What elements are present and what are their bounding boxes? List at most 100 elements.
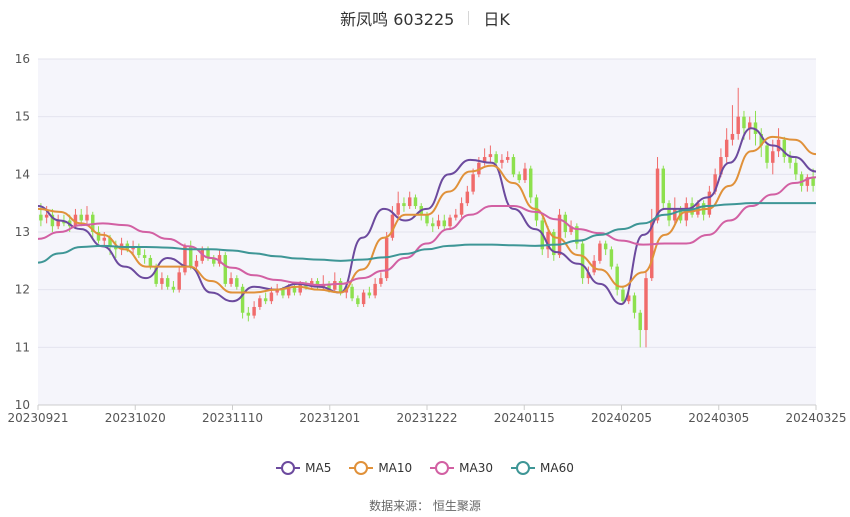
- candle-body: [603, 243, 608, 250]
- candle-body: [246, 312, 251, 316]
- candle-body: [269, 292, 274, 302]
- candle-body: [788, 157, 792, 163]
- legend-item-ma10[interactable]: MA10: [349, 461, 412, 475]
- candle-body: [794, 162, 798, 175]
- candle-body: [673, 208, 677, 221]
- candle-body: [436, 220, 441, 227]
- candle-body: [396, 203, 400, 215]
- candle-body: [298, 283, 302, 293]
- legend-label-ma30: MA30: [459, 461, 494, 475]
- candle-body: [488, 154, 493, 158]
- legend-label-ma10: MA10: [378, 461, 413, 475]
- candle-body: [177, 272, 181, 290]
- candle-body: [621, 289, 625, 302]
- legend-item-ma5[interactable]: MA5: [276, 461, 331, 475]
- y-tick-label: 13: [15, 225, 30, 239]
- candle-body: [356, 298, 360, 305]
- candle-body: [724, 139, 729, 158]
- candle-body: [505, 157, 510, 160]
- candle-body: [471, 174, 475, 192]
- x-tick-label: 20231201: [299, 411, 360, 425]
- data-source: 数据来源： 恒生聚源: [369, 499, 481, 513]
- y-tick-label: 15: [15, 110, 30, 124]
- candle-body: [229, 278, 233, 284]
- candle-body: [338, 281, 343, 293]
- legend-item-ma60[interactable]: MA60: [511, 461, 574, 475]
- legend-swatch-ma5: [276, 461, 301, 475]
- candle-body: [402, 203, 406, 207]
- candle: [580, 240, 585, 284]
- candle: [609, 246, 614, 270]
- candle-body: [517, 174, 521, 181]
- candle-body: [500, 159, 504, 163]
- candle: [557, 208, 562, 258]
- candle-body: [425, 214, 429, 224]
- legend-item-ma30[interactable]: MA30: [430, 461, 493, 475]
- x-tick-label: 20231020: [105, 411, 166, 425]
- candle-body: [281, 289, 285, 296]
- candle-body: [454, 214, 458, 218]
- x-tick-label: 20240305: [688, 411, 749, 425]
- candle-body: [240, 286, 245, 313]
- x-tick-label: 20231222: [396, 411, 457, 425]
- y-tick-label: 14: [15, 167, 30, 181]
- candle-body: [465, 191, 470, 204]
- candle-body: [183, 246, 187, 273]
- candle-body: [361, 292, 366, 305]
- candle-body: [742, 116, 746, 129]
- candle-body: [379, 278, 383, 284]
- candle-body: [350, 286, 354, 299]
- candle-body: [252, 306, 256, 316]
- candle-body: [39, 214, 43, 221]
- candle-body: [160, 278, 164, 284]
- candle-body: [448, 217, 452, 227]
- candle-body: [707, 191, 712, 215]
- candle-body: [632, 295, 637, 313]
- candle-body: [367, 292, 372, 296]
- candle-body: [494, 154, 498, 163]
- candle-body: [523, 168, 527, 181]
- x-tick-label: 20230921: [7, 411, 68, 425]
- candle-body: [459, 203, 464, 215]
- candle-body: [407, 197, 412, 207]
- candle-body: [85, 214, 89, 221]
- candle-body: [529, 168, 533, 198]
- x-tick-label: 20240115: [494, 411, 555, 425]
- candle: [598, 240, 602, 264]
- legend-swatch-ma30: [430, 461, 455, 475]
- legend-swatch-ma60: [511, 461, 536, 475]
- candle-body: [263, 298, 268, 302]
- candle: [223, 252, 228, 287]
- y-tick-label: 16: [15, 52, 30, 66]
- candle-body: [165, 278, 170, 287]
- y-tick-label: 11: [15, 340, 30, 354]
- candle-body: [142, 255, 147, 258]
- y-tick-label: 10: [15, 398, 30, 412]
- legend: MA5 MA10 MA30 MA60: [0, 458, 850, 478]
- x-tick-label: 20231110: [202, 411, 263, 425]
- candle-body: [431, 223, 435, 227]
- candle-body: [333, 281, 337, 290]
- candle-body: [413, 197, 418, 207]
- x-tick-label: 20240205: [591, 411, 652, 425]
- candle-body: [44, 214, 49, 218]
- candle-body: [102, 237, 107, 241]
- candle-body: [765, 145, 769, 163]
- candle-body: [667, 203, 671, 221]
- candle-body: [442, 220, 447, 227]
- candle: [511, 154, 516, 178]
- candle-body: [194, 260, 199, 267]
- candle-body: [235, 278, 239, 287]
- candle-body: [609, 249, 614, 267]
- x-axis: 20230921 20231020 20231110 20231201 20231222…: [7, 404, 847, 425]
- x-tick-label: 20240325: [785, 411, 846, 425]
- candle-body: [223, 255, 228, 284]
- candle-body: [598, 243, 602, 261]
- candle-body: [171, 286, 176, 290]
- candle-body: [580, 243, 585, 279]
- candle-body: [638, 312, 642, 331]
- candle-body: [148, 257, 153, 267]
- y-tick-label: 12: [15, 283, 30, 297]
- candle-body: [644, 278, 648, 331]
- legend-label-ma60: MA60: [540, 461, 574, 475]
